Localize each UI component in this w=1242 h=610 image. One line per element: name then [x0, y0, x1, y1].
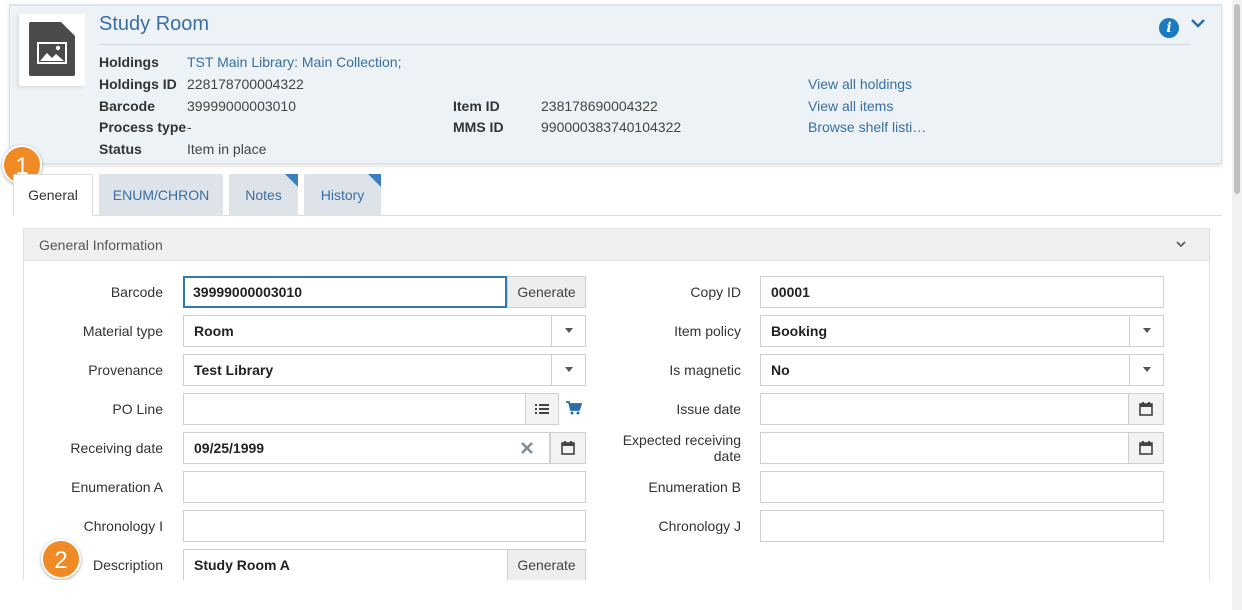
enumeration-a-input[interactable]: [183, 471, 586, 503]
provenance-label: Provenance: [88, 362, 163, 378]
barcode-input[interactable]: 39999000003010: [183, 276, 507, 308]
is-magnetic-select[interactable]: No: [760, 354, 1164, 386]
calendar-icon: [561, 441, 575, 455]
item-title[interactable]: Study Room: [99, 13, 209, 36]
is-magnetic-value: No: [771, 362, 790, 378]
item-policy-value: Booking: [771, 323, 827, 339]
barcode-label: Barcode: [99, 98, 156, 114]
mms-id-label: MMS ID: [453, 119, 504, 135]
page-bottom-margin: [0, 580, 1242, 610]
browse-shelf-listing-link[interactable]: Browse shelf listi…: [808, 118, 926, 136]
clear-icon: [521, 442, 533, 454]
title-divider: [99, 44, 1191, 45]
panel-title: General Information: [39, 237, 163, 253]
process-type-label: Process type: [99, 119, 187, 135]
item-id-value: 238178690004322: [541, 98, 658, 114]
copy-id-input[interactable]: 00001: [760, 276, 1164, 308]
is-magnetic-label: Is magnetic: [669, 362, 741, 378]
barcode-field-label: Barcode: [110, 284, 163, 300]
item-policy-dropdown-button[interactable]: [1129, 315, 1163, 347]
tab-history-indicator: [368, 174, 381, 187]
scrollbar-thumb[interactable]: [1234, 4, 1240, 194]
issue-date-input[interactable]: [760, 393, 1129, 425]
holdings-label: Holdings: [99, 54, 159, 70]
po-line-input[interactable]: [183, 393, 526, 425]
holdings-link[interactable]: TST Main Library: Main Collection;: [187, 53, 401, 71]
tab-notes-label: Notes: [245, 187, 282, 203]
chronology-j-input[interactable]: [760, 510, 1164, 542]
enumeration-b-label: Enumeration B: [648, 479, 741, 495]
panel-header[interactable]: General Information: [24, 229, 1209, 261]
view-all-holdings-link[interactable]: View all holdings: [808, 75, 912, 93]
issue-date-calendar-button[interactable]: [1128, 393, 1164, 425]
provenance-value: Test Library: [194, 362, 274, 378]
tab-notes[interactable]: Notes: [229, 174, 298, 216]
calendar-icon: [1139, 402, 1153, 416]
expected-receiving-date-calendar-button[interactable]: [1128, 432, 1164, 464]
mms-id-value: 990000383740104322: [541, 119, 682, 135]
generate-description-button[interactable]: Generate: [507, 549, 586, 581]
po-line-list-button[interactable]: [525, 393, 559, 425]
holdings-id-value: 228178700004322: [187, 76, 304, 92]
description-input[interactable]: Study Room A: [183, 549, 508, 581]
tab-history[interactable]: History: [304, 174, 381, 216]
provenance-select[interactable]: Test Library: [183, 354, 586, 386]
po-line-cart-button[interactable]: [566, 401, 583, 418]
tab-notes-indicator: [285, 174, 298, 187]
tab-enum-chron[interactable]: ENUM/CHRON: [99, 174, 223, 216]
expected-receiving-date-input[interactable]: [760, 432, 1129, 464]
receiving-date-input[interactable]: 09/25/1999: [183, 432, 550, 464]
holdings-id-label: Holdings ID: [99, 76, 177, 92]
status-value: Item in place: [187, 141, 267, 157]
item-policy-label: Item policy: [674, 323, 741, 339]
expected-receiving-label-line-1: Expected receiving: [622, 432, 741, 448]
item-id-label: Item ID: [453, 98, 500, 114]
status-label: Status: [99, 141, 142, 157]
item-thumbnail: [19, 14, 85, 86]
material-type-value: Room: [194, 323, 234, 339]
item-header-card: Study Room i Holdings TST Main Library: …: [9, 4, 1222, 164]
chronology-i-label: Chronology I: [83, 518, 163, 534]
barcode-value: 39999000003010: [187, 98, 297, 114]
step-badge-2: 2: [41, 539, 81, 579]
enumeration-a-label: Enumeration A: [71, 479, 163, 495]
is-magnetic-dropdown-button[interactable]: [1129, 354, 1163, 386]
item-policy-select[interactable]: Booking: [760, 315, 1164, 347]
expected-receiving-label-line-2: date: [713, 448, 741, 464]
copy-id-label: Copy ID: [690, 284, 741, 300]
receiving-date-label: Receiving date: [70, 440, 163, 456]
expected-receiving-date-label: Expected receiving date: [600, 432, 741, 464]
chronology-j-label: Chronology J: [658, 518, 742, 534]
material-type-select[interactable]: Room: [183, 315, 586, 347]
collapse-header-button[interactable]: [1190, 16, 1206, 32]
receiving-date-calendar-button[interactable]: [550, 432, 586, 464]
chevron-down-icon: [1191, 19, 1205, 28]
info-icon[interactable]: i: [1159, 18, 1179, 38]
provenance-dropdown-button[interactable]: [551, 354, 585, 386]
view-all-items-link[interactable]: View all items: [808, 97, 893, 115]
po-line-label: PO Line: [112, 401, 163, 417]
chevron-down-icon[interactable]: [1175, 239, 1187, 249]
list-icon: [535, 404, 549, 414]
generate-barcode-button[interactable]: Generate: [507, 276, 586, 308]
enumeration-b-input[interactable]: [760, 471, 1164, 503]
tab-general[interactable]: General: [13, 174, 93, 216]
cart-icon: [566, 401, 583, 415]
calendar-icon: [1139, 441, 1153, 455]
clear-receiving-date-button[interactable]: [519, 440, 535, 459]
chronology-i-input[interactable]: [183, 510, 586, 542]
page-scrollbar[interactable]: [1232, 0, 1242, 610]
tab-history-label: History: [320, 187, 365, 203]
image-icon: [29, 22, 75, 76]
issue-date-label: Issue date: [676, 401, 741, 417]
material-type-label: Material type: [82, 323, 163, 339]
material-type-dropdown-button[interactable]: [551, 315, 585, 347]
process-type-value: -: [187, 119, 192, 135]
